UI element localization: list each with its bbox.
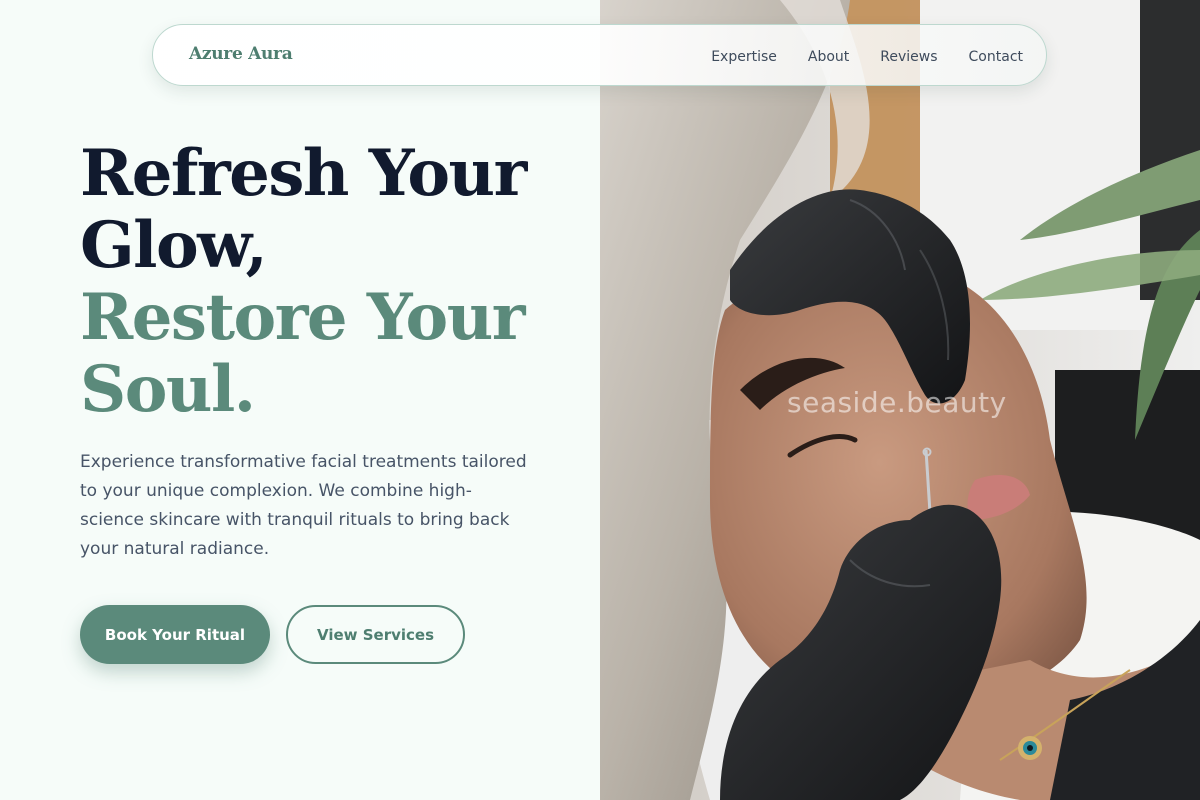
- brand-logo[interactable]: Azure Aura: [189, 44, 293, 64]
- headline-line-2: Glow,: [80, 208, 268, 283]
- nav-link-expertise[interactable]: Expertise: [711, 49, 777, 65]
- nav-link-reviews[interactable]: Reviews: [880, 49, 937, 65]
- hero-photo: seaside.beauty: [600, 0, 1200, 800]
- nav-link-about[interactable]: About: [808, 49, 849, 65]
- book-ritual-button[interactable]: Book Your Ritual: [80, 605, 270, 664]
- headline-line-1: Refresh Your: [80, 136, 527, 211]
- view-services-button[interactable]: View Services: [286, 605, 465, 664]
- headline-line-4: Soul.: [80, 352, 256, 427]
- headline-line-3: Restore Your: [80, 280, 525, 355]
- watermark-text: seaside.beauty: [787, 386, 1007, 419]
- nav-link-contact[interactable]: Contact: [969, 49, 1023, 65]
- hero-headline: Refresh Your Glow, Restore Your Soul.: [80, 138, 580, 426]
- nav-links: Expertise About Reviews Contact: [711, 46, 1023, 65]
- hero-description: Experience transformative facial treatme…: [80, 452, 527, 559]
- top-navbar: Azure Aura Expertise About Reviews Conta…: [152, 24, 1047, 86]
